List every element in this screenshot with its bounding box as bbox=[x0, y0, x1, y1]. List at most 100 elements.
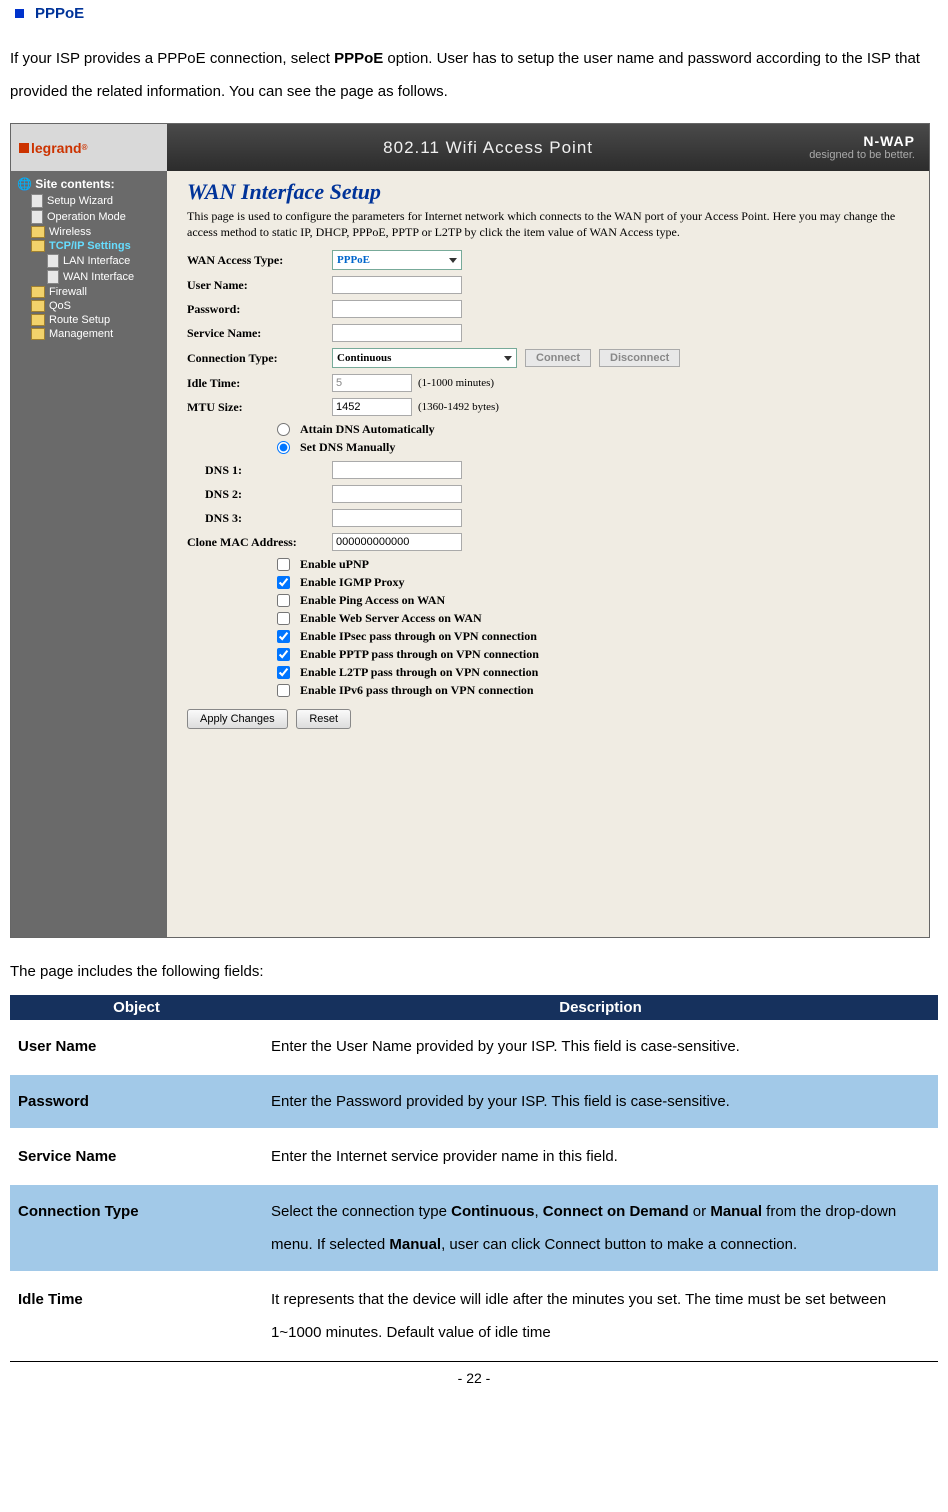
sidebar-label: Setup Wizard bbox=[47, 195, 113, 207]
checkbox-icon[interactable] bbox=[277, 630, 290, 643]
sidebar-item-firewall[interactable]: Firewall bbox=[11, 285, 167, 299]
sidebar-label: WAN Interface bbox=[63, 271, 134, 283]
mtu-input[interactable] bbox=[332, 398, 412, 416]
table-intro-text: The page includes the following fields: bbox=[10, 963, 938, 980]
dns1-input[interactable] bbox=[332, 461, 462, 479]
row-connection-type: Connection Type: Continuous Connect Disc… bbox=[187, 348, 909, 368]
sidebar-label: Operation Mode bbox=[47, 211, 126, 223]
radio-auto-dns[interactable]: Attain DNS Automatically bbox=[277, 422, 909, 437]
check-ping[interactable]: Enable Ping Access on WAN bbox=[277, 593, 909, 608]
label-mtu: MTU Size: bbox=[187, 400, 332, 415]
dns2-input[interactable] bbox=[332, 485, 462, 503]
check-pptp[interactable]: Enable PPTP pass through on VPN connecti… bbox=[277, 647, 909, 662]
chevron-down-icon bbox=[449, 258, 457, 263]
checkbox-icon[interactable] bbox=[277, 558, 290, 571]
user-name-input[interactable] bbox=[332, 276, 462, 294]
label-dns2: DNS 2: bbox=[205, 487, 332, 502]
intro-bold: PPPoE bbox=[334, 50, 383, 67]
connection-type-select[interactable]: Continuous bbox=[332, 348, 517, 368]
check-ipv6[interactable]: Enable IPv6 pass through on VPN connecti… bbox=[277, 683, 909, 698]
page-description: This page is used to configure the param… bbox=[187, 209, 909, 240]
bold-text: Manual bbox=[389, 1236, 441, 1253]
sidebar-label: Route Setup bbox=[49, 314, 110, 326]
label-idle-time: Idle Time: bbox=[187, 376, 332, 391]
checkbox-icon[interactable] bbox=[277, 684, 290, 697]
page-number: - 22 - bbox=[10, 1370, 938, 1386]
row-clone-mac: Clone MAC Address: bbox=[187, 533, 909, 551]
idle-time-input[interactable] bbox=[332, 374, 412, 392]
radio-manual-dns[interactable]: Set DNS Manually bbox=[277, 440, 909, 455]
radio-icon[interactable] bbox=[277, 441, 290, 454]
sidebar-item-tcpip[interactable]: TCP/IP Settings bbox=[11, 239, 167, 253]
page-title: WAN Interface Setup bbox=[187, 179, 909, 205]
brand-block: N-WAP designed to be better. bbox=[809, 133, 929, 163]
reset-button[interactable]: Reset bbox=[296, 709, 351, 729]
footer-rule bbox=[10, 1361, 938, 1362]
cell-desc: Select the connection type Continuous, C… bbox=[263, 1184, 938, 1272]
sidebar-item-management[interactable]: Management bbox=[11, 327, 167, 341]
check-upnp[interactable]: Enable uPNP bbox=[277, 557, 909, 572]
sidebar-item-wan[interactable]: WAN Interface bbox=[11, 269, 167, 285]
apply-changes-button[interactable]: Apply Changes bbox=[187, 709, 288, 729]
wan-access-select[interactable]: PPPoE bbox=[332, 250, 462, 270]
logo: legrand® bbox=[11, 124, 167, 171]
check-label: Enable IPsec pass through on VPN connect… bbox=[300, 629, 537, 644]
folder-icon bbox=[31, 286, 45, 298]
table-row: Connection Type Select the connection ty… bbox=[10, 1184, 938, 1272]
folder-icon bbox=[31, 328, 45, 340]
connect-button[interactable]: Connect bbox=[525, 349, 591, 367]
check-label: Enable Web Server Access on WAN bbox=[300, 611, 482, 626]
th-description: Description bbox=[263, 995, 938, 1020]
radio-icon[interactable] bbox=[277, 423, 290, 436]
row-password: Password: bbox=[187, 300, 909, 318]
check-web[interactable]: Enable Web Server Access on WAN bbox=[277, 611, 909, 626]
sidebar-item-operation-mode[interactable]: Operation Mode bbox=[11, 209, 167, 225]
clone-mac-input[interactable] bbox=[332, 533, 462, 551]
chevron-down-icon bbox=[504, 356, 512, 361]
checkbox-icon[interactable] bbox=[277, 576, 290, 589]
check-label: Enable PPTP pass through on VPN connecti… bbox=[300, 647, 539, 662]
select-value: PPPoE bbox=[337, 254, 370, 266]
bold-text: Connect on Demand bbox=[543, 1203, 689, 1220]
disconnect-button[interactable]: Disconnect bbox=[599, 349, 680, 367]
password-input[interactable] bbox=[332, 300, 462, 318]
idle-time-hint: (1-1000 minutes) bbox=[418, 377, 494, 389]
check-ipsec[interactable]: Enable IPsec pass through on VPN connect… bbox=[277, 629, 909, 644]
row-dns3: DNS 3: bbox=[205, 509, 909, 527]
file-icon bbox=[47, 254, 59, 268]
text: , bbox=[534, 1203, 542, 1220]
bold-text: Manual bbox=[710, 1203, 762, 1220]
sidebar-item-route[interactable]: Route Setup bbox=[11, 313, 167, 327]
folder-icon bbox=[31, 226, 45, 238]
label-password: Password: bbox=[187, 302, 332, 317]
intro-paragraph: If your ISP provides a PPPoE connection,… bbox=[10, 42, 938, 108]
sidebar-item-wireless[interactable]: Wireless bbox=[11, 225, 167, 239]
check-igmp[interactable]: Enable IGMP Proxy bbox=[277, 575, 909, 590]
text: Select the connection type bbox=[271, 1203, 451, 1220]
sidebar-title: 🌐 Site contents: bbox=[11, 175, 167, 193]
checkbox-icon[interactable] bbox=[277, 612, 290, 625]
file-icon bbox=[31, 194, 43, 208]
check-l2tp[interactable]: Enable L2TP pass through on VPN connecti… bbox=[277, 665, 909, 680]
checkbox-icon[interactable] bbox=[277, 648, 290, 661]
folder-icon bbox=[31, 300, 45, 312]
brand-name: N-WAP bbox=[809, 133, 915, 150]
logo-square-icon bbox=[19, 143, 29, 153]
sidebar-item-qos[interactable]: QoS bbox=[11, 299, 167, 313]
sidebar-item-lan[interactable]: LAN Interface bbox=[11, 253, 167, 269]
checkbox-icon[interactable] bbox=[277, 594, 290, 607]
check-label: Enable IGMP Proxy bbox=[300, 575, 404, 590]
select-value: Continuous bbox=[337, 352, 391, 364]
cell-desc: Enter the Internet service provider name… bbox=[263, 1129, 938, 1184]
sidebar-item-setup-wizard[interactable]: Setup Wizard bbox=[11, 193, 167, 209]
row-dns1: DNS 1: bbox=[205, 461, 909, 479]
logo-text: legrand bbox=[31, 140, 82, 156]
folder-icon bbox=[31, 314, 45, 326]
radio-label: Attain DNS Automatically bbox=[300, 422, 435, 437]
label-dns3: DNS 3: bbox=[205, 511, 332, 526]
label-wan-access: WAN Access Type: bbox=[187, 253, 332, 268]
cell-object: Idle Time bbox=[10, 1272, 263, 1360]
checkbox-icon[interactable] bbox=[277, 666, 290, 679]
dns3-input[interactable] bbox=[332, 509, 462, 527]
service-name-input[interactable] bbox=[332, 324, 462, 342]
